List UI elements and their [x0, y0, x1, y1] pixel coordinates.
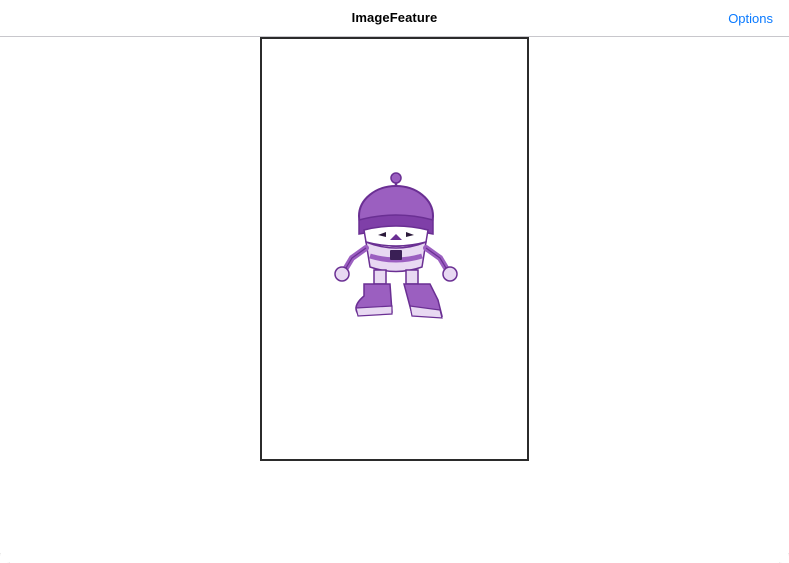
window-corner-right: [779, 553, 789, 563]
app-window: ImageFeature Options: [0, 0, 789, 563]
window-corner-left: [0, 553, 10, 563]
robot-mascot-icon: [334, 172, 458, 319]
options-button[interactable]: Options: [728, 11, 773, 26]
image-view: [260, 37, 529, 461]
page-title: ImageFeature: [351, 10, 438, 25]
navigation-bar: ImageFeature Options: [0, 0, 789, 37]
